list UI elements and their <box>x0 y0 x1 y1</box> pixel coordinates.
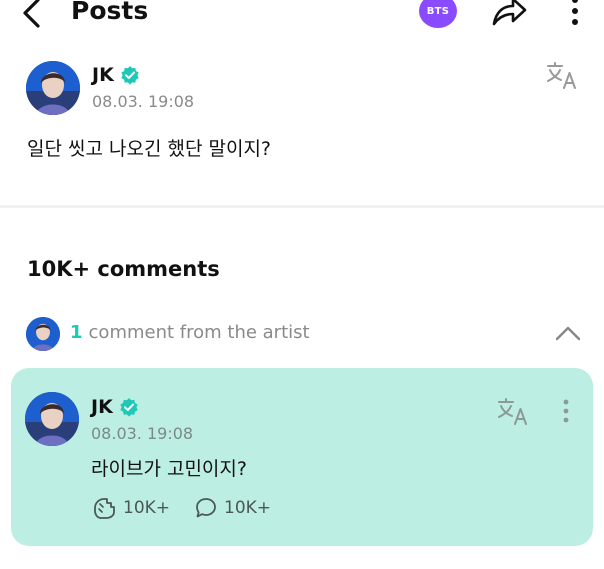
post-body: 일단 씻고 나오긴 했단 말이지? <box>27 138 272 160</box>
artist-comments-toggle[interactable]: 1 comment from the artist <box>26 317 586 353</box>
comments-count: 10K+ comments <box>27 257 220 281</box>
comment-author-avatar[interactable] <box>25 392 79 446</box>
verified-badge-icon <box>120 398 138 417</box>
more-vertical-icon <box>572 0 578 25</box>
more-options-button[interactable] <box>562 0 588 30</box>
avatar-portrait <box>26 61 80 115</box>
post-timestamp: 08.03. 19:08 <box>92 92 195 111</box>
translate-icon <box>498 398 527 425</box>
comment-author[interactable]: JK <box>91 394 139 420</box>
post-author[interactable]: JK <box>92 62 140 88</box>
artist-comment-label: 1 comment from the artist <box>70 322 310 343</box>
artist-avatar <box>26 317 60 351</box>
like-count: 10K+ <box>123 498 171 518</box>
share-icon <box>492 0 527 26</box>
page-title: Posts <box>71 0 149 25</box>
avatar-portrait <box>26 317 60 351</box>
artist-comment-count: 1 <box>70 322 83 343</box>
share-button[interactable] <box>488 0 530 30</box>
artist-comment-text: comment from the artist <box>88 322 310 343</box>
collapse-button[interactable] <box>554 323 582 345</box>
comment-more-button[interactable] <box>557 397 575 427</box>
community-badge[interactable]: BTS <box>419 0 457 28</box>
author-avatar[interactable] <box>26 61 80 115</box>
translate-icon <box>547 62 576 89</box>
more-vertical-icon <box>563 399 569 423</box>
artist-comment-card: JK 08.03. 19:08 라이브가 고민이지? 10K+ 10K+ <box>11 368 593 546</box>
comment-stats: 10K+ 10K+ <box>91 496 295 520</box>
comment-translate-button[interactable] <box>496 397 530 427</box>
verified-badge-icon <box>121 66 139 85</box>
avatar-portrait <box>25 392 79 446</box>
back-arrow-icon <box>23 0 40 28</box>
comment-bubble-icon <box>196 498 216 518</box>
back-button[interactable] <box>14 0 54 32</box>
section-divider <box>0 205 604 208</box>
chevron-up-icon <box>555 326 581 341</box>
like-button[interactable]: 10K+ <box>91 496 170 520</box>
cheer-hand-icon <box>94 498 115 519</box>
comment-timestamp: 08.03. 19:08 <box>91 424 194 443</box>
reply-count: 10K+ <box>224 498 272 518</box>
comment-body: 라이브가 고민이지? <box>91 458 247 480</box>
translate-button[interactable] <box>545 61 579 91</box>
comment-author-name: JK <box>91 396 113 418</box>
author-name: JK <box>92 64 114 86</box>
reply-button[interactable]: 10K+ <box>194 496 271 520</box>
